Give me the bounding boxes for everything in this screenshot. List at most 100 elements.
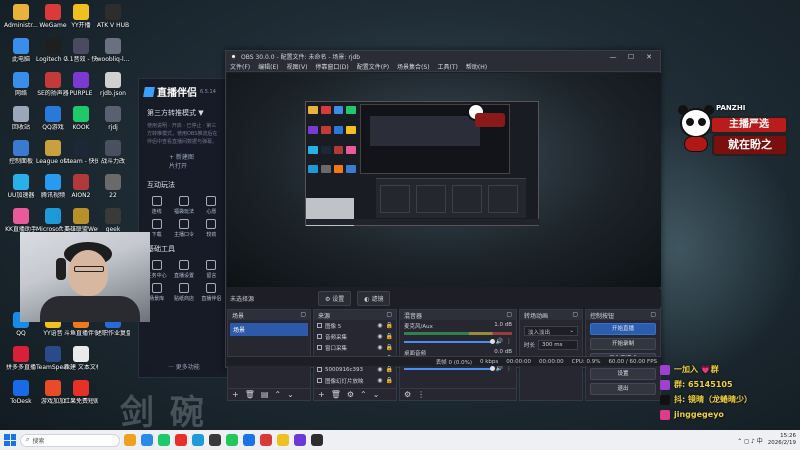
slider-knob[interactable] [489,338,495,344]
desktop-icon[interactable]: 此电脑 [4,38,38,63]
taskbar-app-icon[interactable] [192,434,204,446]
desktop-icon[interactable]: 新建 文本文档 [64,346,98,371]
clock[interactable]: 15:26 2026/2/19 [768,433,796,447]
add-scene-button[interactable]: + [232,390,239,399]
obs-titlebar[interactable]: OBS 30.0.0 - 配置文件: 未命名 - 场景: rjdb — ☐ ✕ [226,51,660,62]
taskbar-app-icon[interactable] [277,434,289,446]
desktop-icon[interactable]: 7.1音效 - 快捷方式 [64,38,98,63]
mode-selector[interactable]: 第三方转推模式 ▼ [139,104,229,122]
source-properties-button[interactable]: ⚙ [347,390,354,399]
desktop-icon[interactable]: 红果免费短剧 [64,380,98,405]
companion-tool[interactable]: 贴纸商店 [170,283,197,302]
taskbar-app-icon[interactable] [294,434,306,446]
desktop-icon[interactable]: ATK V HUB [96,4,130,29]
dock-menu-icon[interactable]: ▢ [300,311,306,319]
visibility-eye-icon[interactable]: ◉ [377,377,382,384]
tray-icons[interactable]: ⌃ ◻ ♪ 中 [737,436,763,445]
menu-item[interactable]: 帮助(H) [466,62,487,71]
volume-slider[interactable] [404,365,495,371]
companion-tool[interactable]: 心愿 [198,196,225,215]
minimize-button[interactable]: — [606,53,620,61]
transition-type-select[interactable]: 淡入淡出 ⌄ [524,326,578,336]
dock-menu-icon[interactable]: ▢ [506,311,512,319]
lock-icon[interactable]: 🔒 [386,333,393,340]
dock-menu-icon[interactable]: ▢ [650,311,656,319]
companion-tool[interactable]: 较劲 [198,219,225,238]
taskbar-app-icon[interactable] [243,434,255,446]
source-row[interactable]: 音频采集 ◉ 🔒 [314,331,396,342]
companion-tool[interactable]: 连线 [143,196,170,215]
source-settings-button[interactable]: ⚙ 设置 [318,290,352,306]
desktop-icon[interactable]: 回收站 [4,106,38,131]
lock-icon[interactable]: 🔒 [386,377,393,384]
source-up-button[interactable]: ⌃ [360,390,367,399]
dock-menu-icon[interactable]: ▢ [386,311,392,319]
desktop-icon[interactable]: 网络 [4,72,38,97]
control-button[interactable]: 开始直播 [590,323,656,335]
taskbar-app-icon[interactable] [175,434,187,446]
desktop-icon[interactable]: Administr... [4,4,38,29]
companion-tool[interactable]: 直播设置 [170,260,197,279]
desktop-icon[interactable]: 22 [96,174,130,199]
menu-item[interactable]: 停靠窗口(D) [315,62,348,71]
taskbar-app-icon[interactable] [158,434,170,446]
desktop-icon[interactable]: KOOK [64,106,98,131]
lock-icon[interactable]: 🔒 [386,344,393,351]
menu-item[interactable]: 配置文件(P) [357,62,389,71]
desktop-icon[interactable]: AION2 [64,174,98,199]
lock-icon[interactable]: 🔒 [386,322,393,329]
channel-menu-icon[interactable]: ⋮ [506,365,512,372]
menu-item[interactable]: 文件(F) [230,62,250,71]
maximize-button[interactable]: ☐ [624,53,638,61]
taskbar-app-icon[interactable] [124,434,136,446]
close-button[interactable]: ✕ [642,53,656,61]
lock-icon[interactable]: 🔒 [386,366,393,373]
source-down-button[interactable]: ⌄ [373,390,380,399]
channel-menu-icon[interactable]: ⋮ [506,338,512,345]
add-image-link[interactable]: + 新建图片打开 [139,146,229,176]
desktop-icon[interactable]: YY开播 [64,4,98,29]
companion-tool[interactable]: 福袋玩法 [170,196,197,215]
duration-input[interactable]: 300 ms [538,340,578,350]
speaker-icon[interactable]: 🔊 [496,365,503,372]
source-filters-button[interactable]: ◐ 滤镜 [357,290,391,306]
desktop-icon[interactable]: rjdj [96,106,130,131]
desktop-icon[interactable]: steam - 快捷方式 [64,140,98,165]
scene-down-button[interactable]: ⌄ [287,390,294,399]
add-source-button[interactable]: + [318,390,325,399]
menu-item[interactable]: 场景集合(S) [397,62,430,71]
companion-tool[interactable]: 留言 [198,260,225,279]
volume-slider[interactable] [404,338,495,344]
visibility-eye-icon[interactable]: ◉ [377,344,382,351]
source-row[interactable]: 图像 5 ◉ 🔒 [314,320,396,331]
desktop-icon[interactable]: rjdb.json [96,72,130,97]
scene-item[interactable]: 场景 [230,323,308,336]
control-button[interactable]: 设置 [590,368,656,380]
taskbar-app-icon[interactable] [226,434,238,446]
mixer-settings-icon[interactable]: ⚙ [404,390,411,399]
desktop-icon[interactable]: geek [96,208,130,233]
visibility-eye-icon[interactable]: ◉ [377,322,382,329]
menu-item[interactable]: 工具(T) [438,62,458,71]
visibility-eye-icon[interactable]: ◉ [377,333,382,340]
scene-filters-button[interactable]: ▤ [261,390,269,399]
menu-item[interactable]: 视图(V) [287,62,308,71]
live-companion-window[interactable]: 直播伴侣 6.5.14 第三方转推模式 ▼ 使用说明 · 开启 · 已停止 · … [138,78,230,378]
speaker-icon[interactable]: 🔊 [496,338,503,345]
menu-item[interactable]: 编辑(E) [258,62,278,71]
control-button[interactable]: 开始录制 [590,338,656,350]
source-row[interactable]: 窗口采集 ◉ 🔒 [314,342,396,353]
remove-source-button[interactable]: 🗑 [331,390,341,399]
taskbar-app-icon[interactable] [260,434,272,446]
desktop-icon[interactable]: ToDesk [4,380,38,405]
companion-tool[interactable]: 直播伴侣 [198,283,225,302]
visibility-eye-icon[interactable]: ◉ [377,366,382,373]
desktop-icon[interactable]: 英雄联盟WeGame版 [64,208,98,233]
desktop-icon[interactable]: UU加速器 [4,174,38,199]
desktop-icon[interactable]: 控制面板 [4,140,38,165]
desktop-icon[interactable]: 拼多多直播 [4,346,38,371]
start-button[interactable] [4,434,16,446]
desktop-icon[interactable]: PURPLE [64,72,98,97]
more-features-link[interactable]: ··· 更多功能 [139,362,229,371]
obs-preview-canvas[interactable] [227,73,661,287]
